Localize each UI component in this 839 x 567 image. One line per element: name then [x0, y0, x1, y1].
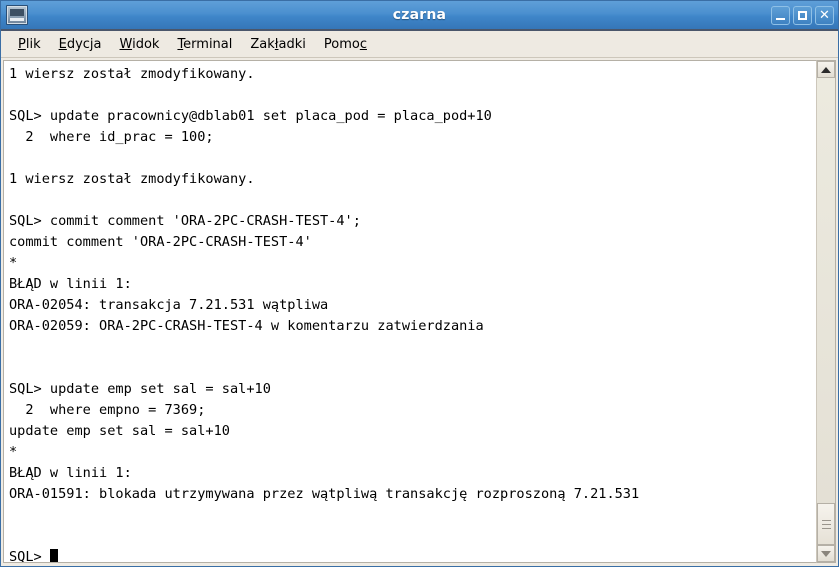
terminal-text: 1 wiersz został zmodyfikowany. SQL> updat… — [4, 61, 816, 562]
terminal-line: ORA-02059: ORA-2PC-CRASH-TEST-4 w koment… — [9, 318, 484, 334]
maximize-icon — [798, 10, 807, 20]
scrollbar-thumb[interactable] — [817, 503, 835, 545]
close-button[interactable]: ✕ — [815, 5, 834, 25]
terminal-line: update emp set sal = sal+10 — [9, 423, 230, 439]
minimize-icon — [776, 17, 785, 20]
scroll-up-button[interactable] — [817, 61, 835, 78]
scrollbar-trough[interactable] — [817, 78, 835, 545]
grip-line — [821, 523, 831, 525]
scrollbar-track-fill — [817, 78, 835, 503]
grip-line — [821, 519, 831, 521]
terminal-line: 1 wiersz został zmodyfikowany. — [9, 66, 255, 82]
scroll-down-button[interactable] — [817, 545, 835, 562]
terminal-line: SQL> update pracownicy@dblab01 set placa… — [9, 108, 492, 124]
triangle-up-icon — [821, 66, 831, 73]
terminal-line: 1 wiersz został zmodyfikowany. — [9, 171, 255, 187]
menubar: Plik Edycja Widok Terminal Zakładki Pomo… — [1, 31, 838, 58]
terminal-line: 2 where id_prac = 100; — [9, 129, 214, 145]
menu-item-zakladki[interactable]: Zakładki — [241, 35, 314, 54]
grip-line — [821, 527, 831, 529]
terminal-line: BŁĄD w linii 1: — [9, 465, 132, 481]
terminal-icon — [6, 5, 28, 25]
terminal-line: SQL> commit comment 'ORA-2PC-CRASH-TEST-… — [9, 213, 361, 229]
menu-item-terminal[interactable]: Terminal — [168, 35, 241, 54]
terminal-line: BŁĄD w linii 1: — [9, 276, 132, 292]
vertical-scrollbar[interactable] — [816, 60, 836, 563]
menu-item-widok[interactable]: Widok — [111, 35, 169, 54]
close-icon: ✕ — [819, 7, 830, 23]
maximize-button[interactable] — [793, 5, 812, 25]
text-cursor — [49, 549, 58, 562]
terminal-line: ORA-01591: blokada utrzymywana przez wąt… — [9, 486, 640, 502]
terminal-body: 1 wiersz został zmodyfikowany. SQL> updat… — [1, 58, 838, 566]
menu-item-pomoc[interactable]: Pomoc — [315, 35, 376, 54]
terminal-line: ORA-02054: transakcja 7.21.531 wątpliwa — [9, 297, 329, 313]
terminal-line: 2 where empno = 7369; — [9, 402, 206, 418]
terminal-line: * — [9, 444, 18, 460]
triangle-down-icon — [821, 550, 831, 557]
menu-item-edycja[interactable]: Edycja — [50, 35, 111, 54]
terminal-line: SQL> — [9, 547, 816, 562]
titlebar[interactable]: czarna ✕ — [1, 1, 838, 31]
minimize-button[interactable] — [771, 5, 790, 25]
terminal-line: SQL> update emp set sal = sal+10 — [9, 381, 271, 397]
terminal-line: commit comment 'ORA-2PC-CRASH-TEST-4' — [9, 234, 312, 250]
terminal-output-area[interactable]: 1 wiersz został zmodyfikowany. SQL> updat… — [3, 60, 816, 563]
window-controls: ✕ — [771, 5, 834, 25]
window-title: czarna — [392, 7, 447, 23]
terminal-window: czarna ✕ Plik Edycja Widok Terminal Zakł… — [0, 0, 839, 567]
menu-item-plik[interactable]: Plik — [9, 35, 50, 54]
terminal-line: * — [9, 255, 18, 271]
